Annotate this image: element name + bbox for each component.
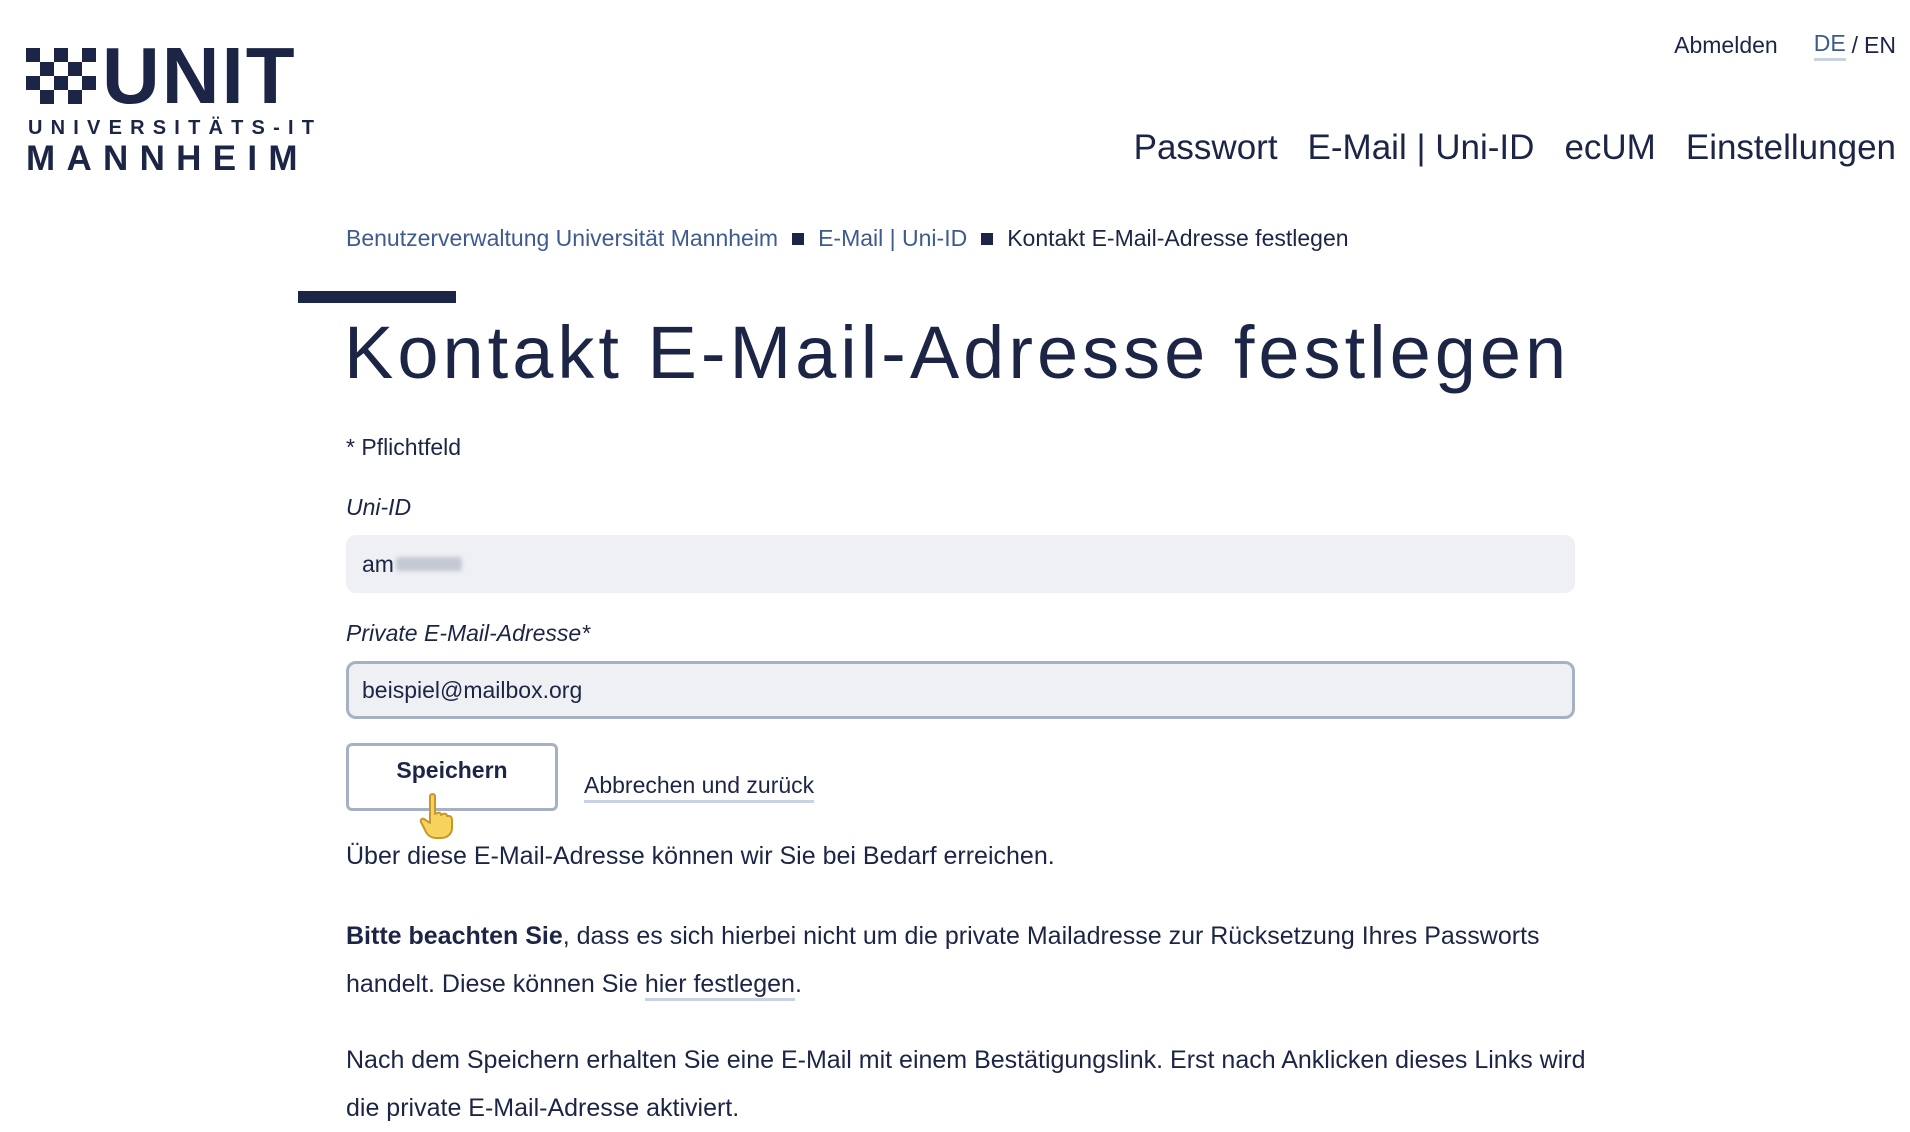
cancel-back-link[interactable]: Abbrechen und zurück <box>584 772 815 803</box>
redacted-text-blur <box>395 557 462 571</box>
logout-link[interactable]: Abmelden <box>1674 32 1778 59</box>
main-navigation: Passwort E-Mail | Uni-ID ecUM Einstellun… <box>1134 128 1896 168</box>
logo[interactable]: UNIT UNIVERSITÄTS-IT MANNHEIM <box>26 36 314 178</box>
uniid-field: am <box>346 535 1575 593</box>
uniid-value: am <box>362 550 394 577</box>
breadcrumb-item-home[interactable]: Benutzerverwaltung Universität Mannheim <box>346 225 778 252</box>
logo-city: MANNHEIM <box>26 139 309 178</box>
info-text-contact: Über diese E-Mail-Adresse können wir Sie… <box>346 842 1055 870</box>
nav-item-ecum[interactable]: ecUM <box>1564 128 1655 168</box>
nav-item-einstellungen[interactable]: Einstellungen <box>1686 128 1896 168</box>
uniid-label: Uni-ID <box>346 494 412 520</box>
info-text-confirmation: Nach dem Speichern erhalten Sie eine E-M… <box>346 1046 1586 1122</box>
language-separator: / <box>1851 32 1859 58</box>
email-label: Private E-Mail-Adresse* <box>346 620 591 646</box>
logo-subtitle: UNIVERSITÄTS-IT <box>28 117 323 139</box>
info-text-notice: Bitte beachten Sie, dass es sich hierbei… <box>346 912 1596 1008</box>
top-utility-bar: Abmelden DE / EN <box>1674 30 1896 61</box>
notice-bold: Bitte beachten Sie <box>346 922 563 950</box>
private-email-input[interactable] <box>346 661 1575 719</box>
notice-end: . <box>794 970 802 998</box>
breadcrumb-separator-icon <box>981 232 994 245</box>
language-en-link[interactable]: EN <box>1864 32 1896 59</box>
nav-item-email-uniid[interactable]: E-Mail | Uni-ID <box>1308 128 1535 168</box>
page-title: Kontakt E-Mail-Adresse festlegen <box>344 311 1571 394</box>
breadcrumb-separator-icon <box>792 232 805 245</box>
breadcrumb-item-email-uniid[interactable]: E-Mail | Uni-ID <box>818 225 967 252</box>
hand-pointer-cursor-icon <box>419 793 453 839</box>
nav-item-passwort[interactable]: Passwort <box>1134 128 1278 168</box>
logo-brand: UNIT <box>102 31 297 120</box>
breadcrumb: Benutzerverwaltung Universität Mannheim … <box>346 225 1349 252</box>
logo-checker-icon <box>26 48 96 108</box>
breadcrumb-item-current: Kontakt E-Mail-Adresse festlegen <box>1007 225 1349 251</box>
language-de-link[interactable]: DE <box>1813 30 1846 61</box>
title-accent-bar <box>298 291 456 303</box>
set-here-link[interactable]: hier festlegen <box>644 970 795 1001</box>
required-field-note: * Pflichtfeld <box>346 434 462 460</box>
